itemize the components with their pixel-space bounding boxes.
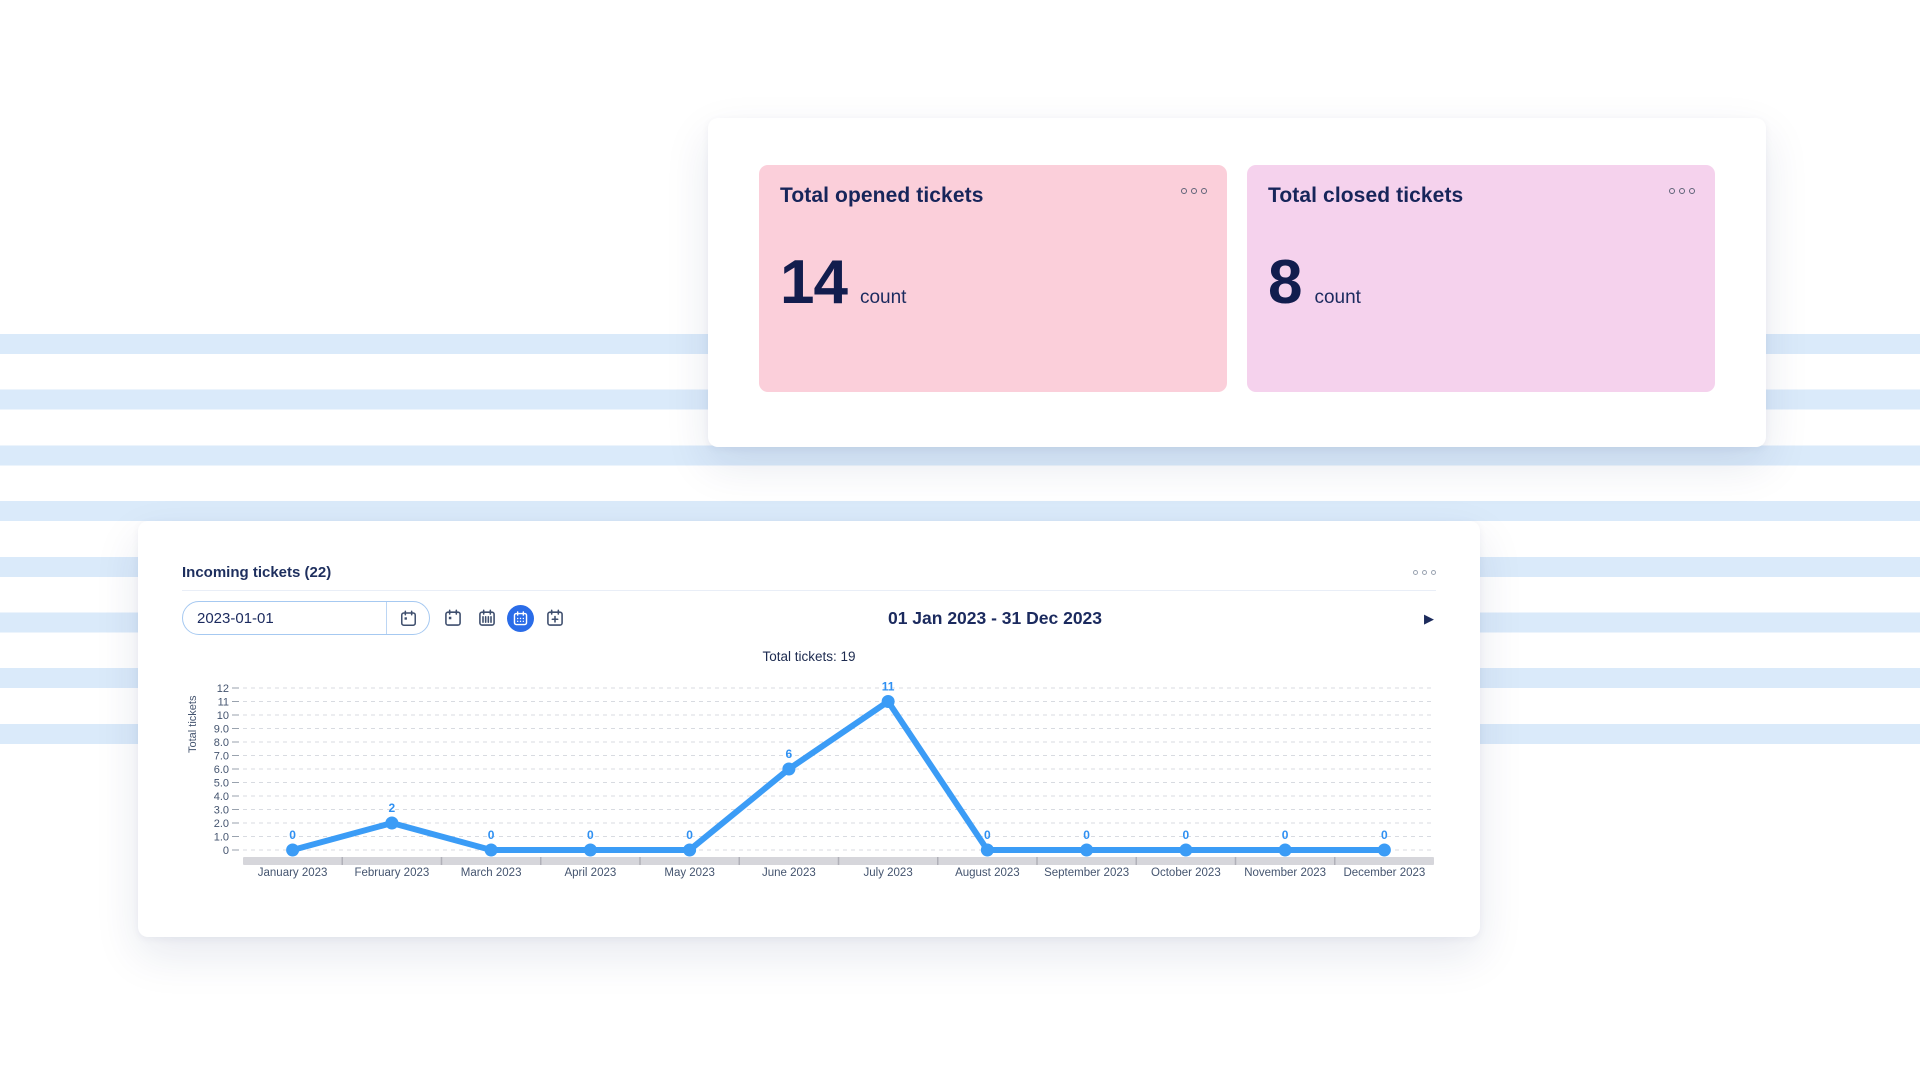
calendar-week-icon[interactable]: [473, 605, 500, 632]
svg-text:July 2023: July 2023: [864, 867, 913, 879]
date-input[interactable]: [183, 610, 386, 627]
svg-text:9.0: 9.0: [214, 724, 229, 736]
svg-text:March 2023: March 2023: [461, 867, 522, 879]
calendar-add-icon[interactable]: [541, 605, 568, 632]
svg-text:2.0: 2.0: [214, 818, 229, 830]
svg-text:0: 0: [223, 845, 229, 857]
svg-text:April 2023: April 2023: [564, 867, 616, 879]
ellipsis-menu-icon[interactable]: [1669, 184, 1695, 198]
ellipsis-menu-icon[interactable]: [1181, 184, 1207, 198]
svg-text:3.0: 3.0: [214, 805, 229, 817]
svg-text:0: 0: [984, 828, 991, 842]
svg-text:January 2023: January 2023: [258, 867, 328, 879]
incoming-card-header: Incoming tickets (22): [182, 521, 1436, 589]
svg-text:August 2023: August 2023: [955, 867, 1020, 879]
svg-text:7.0: 7.0: [214, 751, 229, 763]
svg-text:October 2023: October 2023: [1151, 867, 1221, 879]
svg-text:0: 0: [1282, 828, 1289, 842]
svg-text:12: 12: [217, 683, 229, 695]
svg-text:11: 11: [218, 697, 229, 709]
stat-card-title: Total closed tickets: [1268, 184, 1463, 208]
incoming-card-title: Incoming tickets (22): [182, 564, 331, 581]
svg-text:8.0: 8.0: [214, 737, 229, 749]
svg-text:0: 0: [1083, 828, 1090, 842]
svg-text:November 2023: November 2023: [1244, 867, 1326, 879]
calendar-day-icon[interactable]: [439, 605, 466, 632]
incoming-tickets-card: Incoming tickets (22): [138, 521, 1480, 937]
stat-value: 8: [1268, 252, 1301, 314]
svg-text:0: 0: [686, 828, 693, 842]
stat-value: 14: [780, 252, 847, 314]
stat-card-title: Total opened tickets: [780, 184, 983, 208]
svg-text:10: 10: [217, 710, 229, 722]
line-chart: 1211109.08.07.06.05.04.03.02.01.00Total …: [182, 673, 1436, 885]
svg-text:6: 6: [786, 747, 793, 761]
svg-text:December 2023: December 2023: [1343, 867, 1425, 879]
stat-value-row: 14 count: [780, 252, 1207, 314]
stats-panel: Total opened tickets 14 count Total clos…: [708, 118, 1766, 447]
chart-subtitle: Total tickets: 19: [182, 649, 1436, 668]
svg-text:0: 0: [1381, 828, 1388, 842]
chart-controls-row: 01 Jan 2023 - 31 Dec 2023 ▶: [182, 600, 1436, 636]
svg-text:5.0: 5.0: [214, 778, 229, 790]
stat-unit-label: count: [860, 287, 906, 309]
svg-text:0: 0: [587, 828, 594, 842]
svg-text:September 2023: September 2023: [1044, 867, 1129, 879]
stat-value-row: 8 count: [1268, 252, 1695, 314]
chart-area: 1211109.08.07.06.05.04.03.02.01.00Total …: [182, 673, 1436, 890]
calendar-icon[interactable]: [387, 608, 429, 629]
stat-unit-label: count: [1314, 287, 1360, 309]
svg-text:0: 0: [289, 828, 296, 842]
svg-text:0: 0: [1183, 828, 1190, 842]
svg-text:Total tickets: Total tickets: [187, 695, 199, 753]
stat-card-closed: Total closed tickets 8 count: [1247, 165, 1715, 392]
calendar-view-switcher: [439, 605, 568, 632]
stat-card-header: Total opened tickets: [780, 184, 1207, 208]
svg-text:June 2023: June 2023: [762, 867, 816, 879]
date-range-title: 01 Jan 2023 - 31 Dec 2023: [568, 608, 1422, 629]
calendar-month-icon[interactable]: [507, 605, 534, 632]
divider: [182, 590, 1436, 591]
date-picker: [182, 601, 430, 635]
stat-card-header: Total closed tickets: [1268, 184, 1695, 208]
svg-text:0: 0: [488, 828, 495, 842]
svg-text:4.0: 4.0: [214, 791, 229, 803]
svg-text:2: 2: [389, 801, 396, 815]
ellipsis-menu-icon[interactable]: [1413, 566, 1436, 579]
svg-text:1.0: 1.0: [214, 832, 229, 844]
svg-text:6.0: 6.0: [214, 764, 229, 776]
svg-text:11: 11: [882, 680, 895, 694]
stat-card-opened: Total opened tickets 14 count: [759, 165, 1227, 392]
svg-text:May 2023: May 2023: [664, 867, 715, 879]
svg-text:February 2023: February 2023: [354, 867, 429, 879]
next-period-arrow-icon[interactable]: ▶: [1422, 612, 1436, 625]
